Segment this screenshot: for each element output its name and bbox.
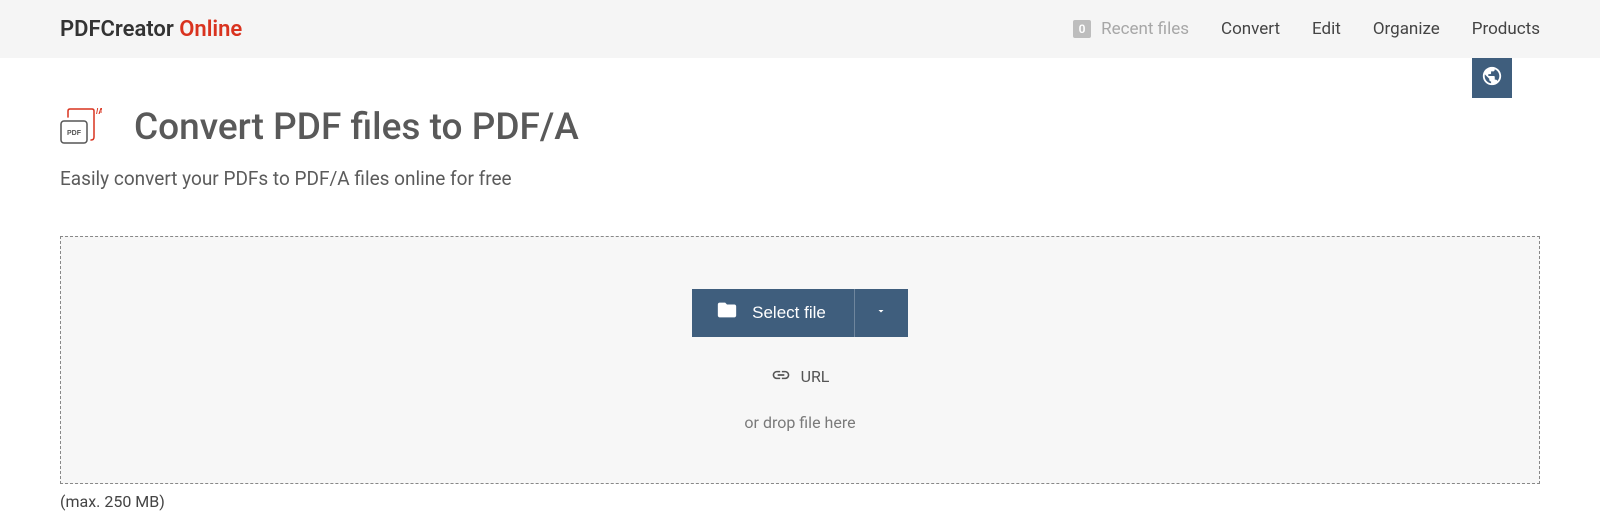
page-subtitle: Easily convert your PDFs to PDF/A files … <box>60 167 1540 190</box>
chevron-down-icon <box>875 305 887 320</box>
svg-text:/A: /A <box>96 107 102 116</box>
select-file-dropdown-button[interactable] <box>854 289 908 337</box>
nav: 0 Recent files Convert Edit Organize Pro… <box>1073 19 1540 39</box>
select-file-button[interactable]: Select file <box>692 289 854 337</box>
drop-hint-text: or drop file here <box>744 413 855 432</box>
nav-organize[interactable]: Organize <box>1373 19 1440 39</box>
max-size-text: (max. 250 MB) <box>60 492 1540 511</box>
svg-text:PDF: PDF <box>67 130 82 137</box>
logo-online: Online <box>179 17 242 42</box>
page-title: Convert PDF files to PDF/A <box>134 106 579 149</box>
header: PDFCreator Online 0 Recent files Convert… <box>0 0 1600 58</box>
url-button[interactable]: URL <box>771 365 830 389</box>
recent-files-label: Recent files <box>1101 19 1189 39</box>
nav-products[interactable]: Products <box>1472 19 1540 39</box>
nav-convert[interactable]: Convert <box>1221 19 1280 39</box>
logo-main: PDFCreator <box>60 17 179 42</box>
logo[interactable]: PDFCreator Online <box>60 17 242 42</box>
main-content: PDF /A Convert PDF files to PDF/A Easily… <box>0 58 1600 511</box>
select-file-group: Select file <box>692 289 908 337</box>
dropzone[interactable]: Select file URL or drop file here <box>60 236 1540 484</box>
pdfa-icon: PDF /A <box>60 107 102 149</box>
title-row: PDF /A Convert PDF files to PDF/A <box>60 106 1540 149</box>
link-icon <box>771 365 791 389</box>
url-label: URL <box>801 367 830 386</box>
nav-edit[interactable]: Edit <box>1312 19 1341 39</box>
folder-icon <box>716 299 738 326</box>
recent-files-badge: 0 <box>1073 20 1091 38</box>
recent-files-link[interactable]: 0 Recent files <box>1073 19 1189 39</box>
select-file-label: Select file <box>752 303 826 323</box>
